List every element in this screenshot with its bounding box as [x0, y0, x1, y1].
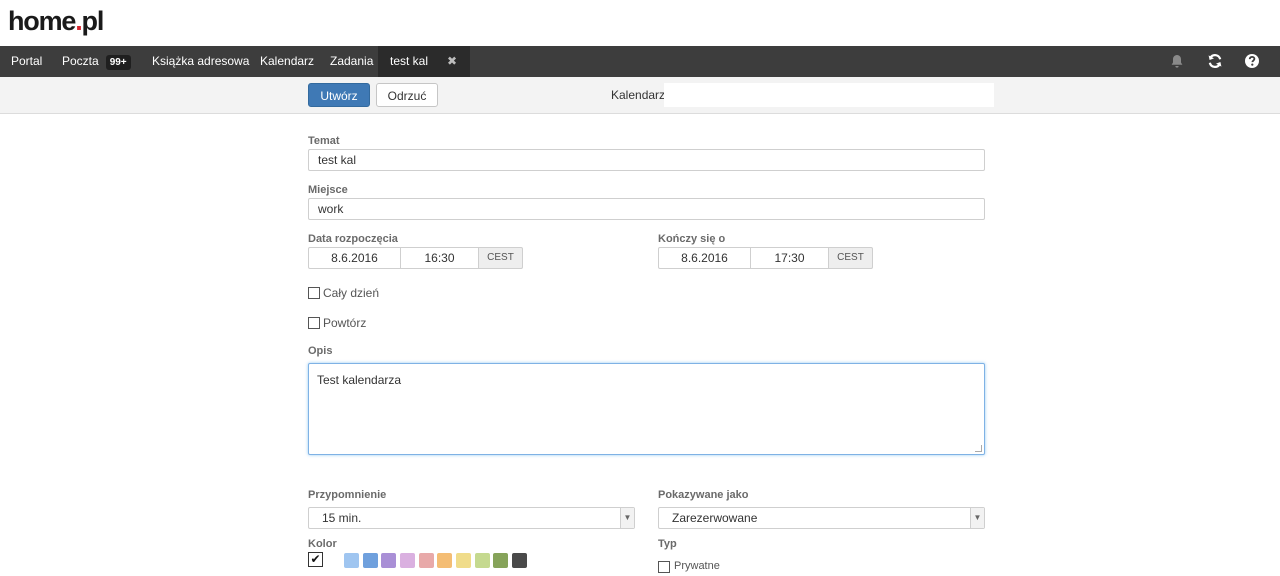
nav-calendar-label: Kalendarz — [260, 54, 315, 68]
start-date-input[interactable]: 8.6.2016 — [308, 247, 401, 269]
color-swatch[interactable] — [381, 553, 396, 568]
subject-label: Temat — [308, 135, 340, 147]
color-swatch[interactable] — [493, 553, 508, 568]
nav-portal[interactable]: Portal — [11, 46, 42, 77]
nav-address-book-label: Książka adresowa — [152, 54, 250, 68]
nav-tasks-label: Zadania — [330, 54, 374, 68]
color-swatch[interactable] — [400, 553, 415, 568]
close-tab-icon[interactable]: ✖ — [447, 46, 457, 77]
nav-tasks[interactable]: Zadania — [330, 46, 373, 77]
logo-tld: pl — [81, 6, 105, 36]
end-time-input[interactable]: 17:30 — [750, 247, 829, 269]
refresh-icon[interactable] — [1207, 53, 1223, 69]
tab-test-kal-label: test kal — [390, 54, 429, 68]
nav-address-book[interactable]: Książka adresowa — [152, 46, 249, 77]
discard-button[interactable]: Odrzuć — [376, 83, 438, 107]
color-swatch[interactable] — [363, 553, 378, 568]
nav-poczta[interactable]: Poczta 99+ — [62, 46, 131, 77]
unread-badge: 99+ — [105, 55, 131, 70]
start-label: Data rozpoczęcia — [308, 233, 398, 245]
chevron-down-icon: ▼ — [970, 508, 984, 528]
calendar-select-label: Kalendarz: — [611, 88, 669, 102]
color-swatch[interactable] — [512, 553, 527, 568]
description-label: Opis — [308, 345, 333, 357]
logo-name: home — [8, 6, 76, 36]
color-swatch[interactable] — [344, 553, 359, 568]
color-swatch[interactable] — [456, 553, 471, 568]
reminder-value: 15 min. — [322, 511, 362, 525]
calendar-select[interactable] — [664, 83, 994, 107]
repeat-label: Powtórz — [323, 316, 367, 330]
end-timezone[interactable]: CEST — [828, 247, 873, 269]
reminder-select[interactable]: 15 min. ▼ — [308, 507, 635, 529]
top-navigation: Portal Poczta 99+ Książka adresowa Kalend… — [0, 46, 1280, 77]
end-label: Kończy się o — [658, 233, 726, 245]
color-swatch[interactable] — [437, 553, 452, 568]
default-color-checkbox[interactable]: ✔ — [308, 552, 323, 567]
color-label: Kolor — [308, 538, 337, 550]
color-swatch[interactable] — [475, 553, 490, 568]
start-timezone[interactable]: CEST — [478, 247, 523, 269]
bell-icon[interactable] — [1169, 53, 1185, 69]
color-swatch[interactable] — [419, 553, 434, 568]
show-as-value: Zarezerwowane — [672, 511, 758, 525]
nav-portal-label: Portal — [11, 54, 43, 68]
repeat-checkbox[interactable] — [308, 317, 320, 329]
help-icon[interactable] — [1244, 53, 1260, 69]
reminder-label: Przypomnienie — [308, 489, 387, 501]
private-checkbox[interactable] — [658, 561, 670, 573]
show-as-select[interactable]: Zarezerwowane ▼ — [658, 507, 985, 529]
show-as-label: Pokazywane jako — [658, 489, 749, 501]
subject-input[interactable]: test kal — [308, 149, 985, 171]
description-text: Test kalendarza — [317, 373, 402, 387]
end-date-input[interactable]: 8.6.2016 — [658, 247, 751, 269]
resize-grip-icon[interactable] — [975, 445, 982, 452]
action-toolbar: Utwórz Odrzuć Kalendarz: — [0, 77, 1280, 114]
all-day-label: Cały dzień — [323, 286, 380, 300]
description-textarea[interactable]: Test kalendarza — [308, 363, 985, 455]
location-input[interactable]: work — [308, 198, 985, 220]
type-label: Typ — [658, 538, 677, 550]
chevron-down-icon: ▼ — [620, 508, 634, 528]
create-button[interactable]: Utwórz — [308, 83, 370, 107]
nav-poczta-label: Poczta — [62, 54, 99, 68]
location-label: Miejsce — [308, 184, 348, 196]
home-pl-logo[interactable]: home.pl — [8, 6, 105, 37]
private-label: Prywatne — [674, 560, 720, 572]
all-day-checkbox[interactable] — [308, 287, 320, 299]
start-time-input[interactable]: 16:30 — [400, 247, 479, 269]
nav-calendar[interactable]: Kalendarz — [260, 46, 314, 77]
